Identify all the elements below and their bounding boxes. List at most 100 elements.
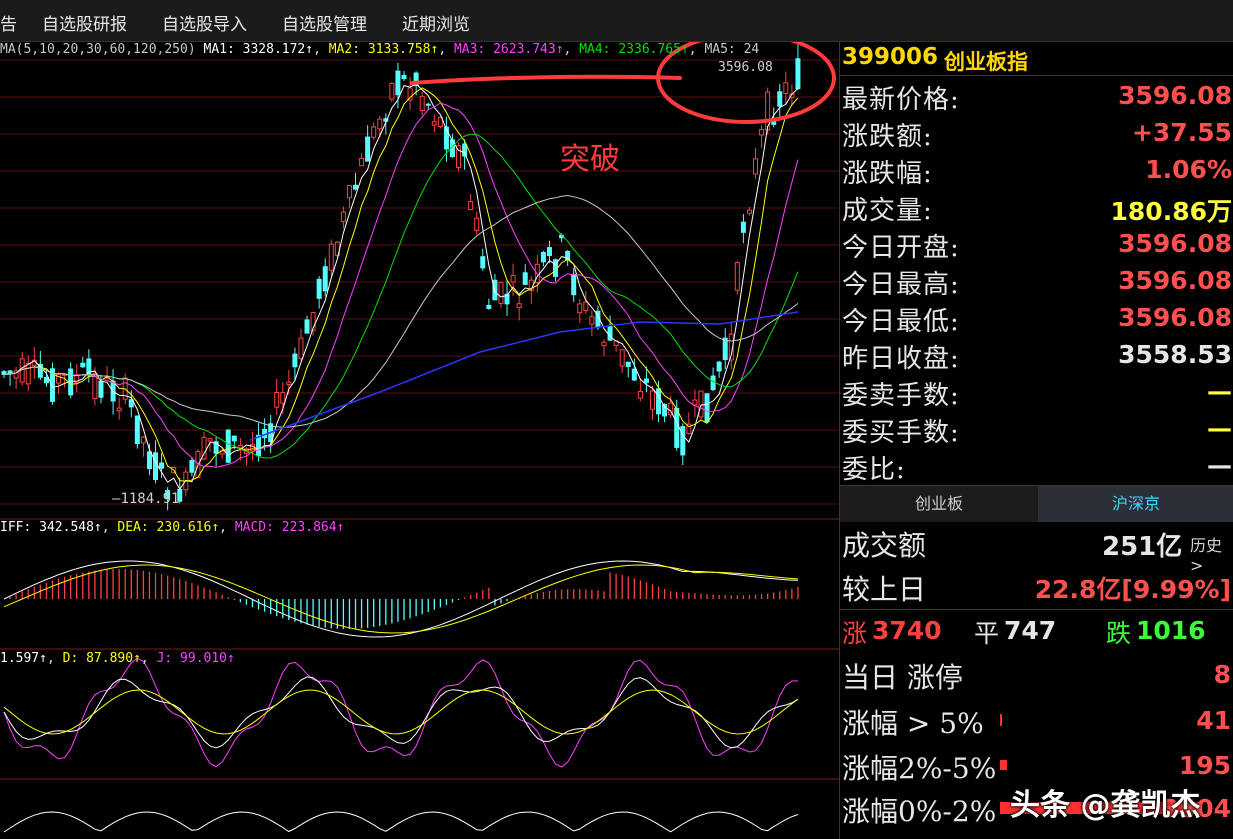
macd-legend: IFF: 342.548↑, DEA: 230.616↑, MACD: 223.… [0,520,345,535]
candle-body [419,95,425,111]
gt5-label: 涨幅 > 5% [842,707,984,740]
candle-body [625,361,631,367]
bottom-indicator-line [3,811,799,833]
market-tabbar: 创业板 沪深京 [840,485,1233,522]
quote-row: 成交量: 180.86万 [840,188,1233,226]
vs-prev-day-label: 较上日 [842,573,927,606]
candle-body [401,75,407,80]
flat-count: 747 [1004,616,1057,645]
kdj-d-line [3,689,799,735]
menu-item-watchlist-import[interactable]: 自选股导入 [162,10,247,35]
candle-body [468,201,474,211]
candle-body [7,370,13,375]
macd-value: MACD: 223.864↑ [234,520,345,535]
menu-item-report[interactable]: 告 [0,10,17,35]
candle-body [365,136,371,162]
history-link[interactable]: 历史> [1190,532,1233,575]
candle-body [498,282,504,304]
low-price-label: —1184.91 [112,491,180,507]
quote-row-label: 委卖手数: [842,381,960,411]
candle-body [546,247,552,257]
candle-body [631,368,637,381]
low-price-value: 1184.91 [120,491,180,507]
ma-params: MA(5,10,20,30,60,120,250) [0,42,196,57]
candle-body [286,381,292,386]
breakout-line-annotation [410,74,682,85]
candle-body [231,435,237,442]
candle-body [237,444,243,449]
menu-item-watchlist-research[interactable]: 自选股研报 [42,10,127,35]
candle-body [25,362,31,385]
ma2-value: MA2: 3133.758↑ [328,42,439,57]
quote-row: 委卖手数: — [840,373,1233,411]
candle-body [753,158,759,175]
up-label: 涨 [842,619,868,648]
candle-body [571,273,577,296]
high-price-label: 3596.08 [718,60,773,75]
kline-chart-area[interactable]: MA(5,10,20,30,60,120,250) MA1: 3328.172↑… [0,42,839,839]
breakout-annotation-text: 突破 [560,142,620,177]
candle-body [43,377,49,384]
candle-body [795,58,801,89]
menu-item-watchlist-manage[interactable]: 自选股管理 [282,10,367,35]
gt5-bar [1000,714,1002,726]
candle-body [353,184,359,190]
quote-row-value: 3596.08 [1118,266,1232,295]
quote-row-value: 3558.53 [1118,340,1232,369]
candle-body [256,434,262,457]
candle-body [643,378,649,383]
ma1-value: MA1: 3328.172↑ [203,42,314,57]
r25-label: 涨幅2%-5% [842,752,997,785]
macd-diff-line [3,560,798,638]
candle-body [189,460,195,473]
candle-body [577,303,583,314]
watermark-text: 头条 @龚凯杰 [1010,788,1201,823]
candle-body [322,266,328,292]
candle-body [140,436,146,444]
candle-body [734,262,740,291]
quote-row-label: 今日开盘: [842,233,960,263]
quote-row: 委买手数: — [840,410,1233,448]
quote-row: 今日最低: 3596.08 [840,299,1233,337]
quote-row: 涨跌幅: 1.06% [840,151,1233,189]
candle-body [395,70,401,96]
kdj-k-line [3,676,799,749]
candle-body [698,390,704,418]
candle-body [116,407,122,412]
candle-body [777,91,783,107]
candle-body [371,126,377,138]
candle-body [480,256,486,269]
candle-body [153,452,159,481]
candle-body [304,319,310,334]
tab-chinext[interactable]: 创业板 [840,486,1038,522]
candle-body [674,407,680,448]
candle-body [722,337,728,361]
candle-body [716,361,722,372]
macd-dea-line [3,564,798,634]
quote-row: 今日开盘: 3596.08 [840,225,1233,263]
vs-prev-day-value: 22.8亿[9.99%] [1034,575,1231,604]
top-menu-bar: 告 自选股研报 自选股导入 自选股管理 近期浏览 [0,0,1233,42]
kline-chart-svg[interactable] [0,42,839,839]
quote-row: 委比: — [840,447,1233,485]
menu-item-recent-browse[interactable]: 近期浏览 [402,10,470,35]
candle-body [783,82,789,94]
candle-body [159,462,165,469]
candle-body [759,128,765,136]
candle-body [704,393,710,423]
candle-body [486,304,492,309]
candle-body [619,349,625,367]
turnover-value: 251亿 [1102,532,1183,562]
quote-row-value: 3596.08 [1118,303,1232,332]
candle-body [146,451,152,470]
quote-row-label: 委比: [842,455,906,485]
quote-row-label: 昨日收盘: [842,344,960,374]
ma5-value: MA5: 24 [704,42,760,57]
down-label: 跌 [1106,619,1132,648]
candle-body [601,341,607,347]
r02-label: 涨幅0%-2% [842,795,997,828]
candle-body [510,274,516,283]
candle-body [207,438,213,442]
tab-hs-bj[interactable]: 沪深京 [1038,486,1233,522]
candle-body [637,390,643,399]
